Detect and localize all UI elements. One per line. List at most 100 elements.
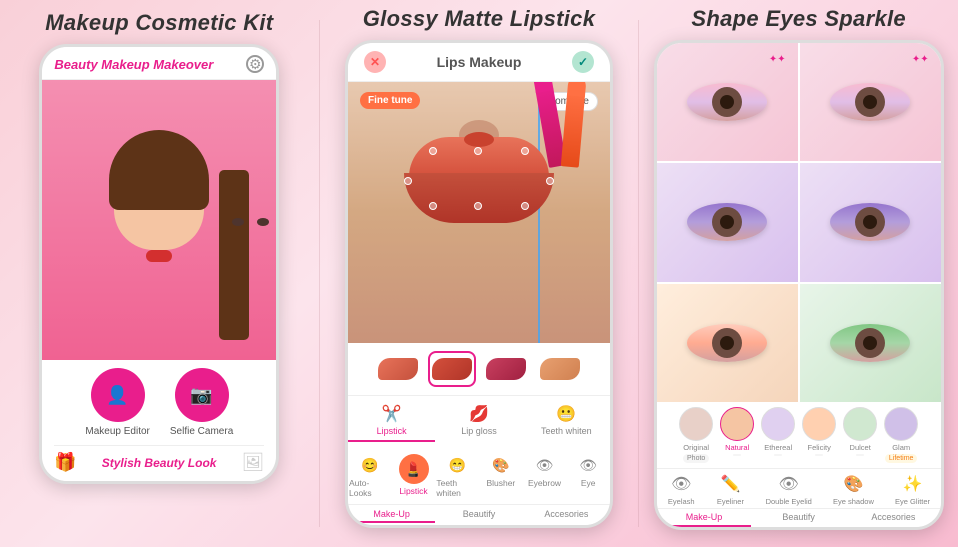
tab-lip-gloss-label: Lip gloss xyxy=(461,426,497,436)
teeth-tab-icon: 😬 xyxy=(556,404,576,424)
gallery-icon[interactable]: 🖼 xyxy=(241,452,264,473)
tab-eyebrow[interactable]: 👁 Eyebrow xyxy=(523,450,567,502)
panel-glossy-matte-lipstick: Glossy Matte Lipstick ✕ Lips Makeup ✓ Fi… xyxy=(320,0,639,547)
lipstick-icon-2: 💄 xyxy=(399,454,429,484)
swatch-color-4 xyxy=(540,358,580,380)
eyeliner-icon-item[interactable]: ✏️ Eyeliner xyxy=(716,473,744,506)
tab-eye[interactable]: 👁 Eye xyxy=(566,450,610,502)
lips-red xyxy=(146,250,172,262)
swatch-color-2 xyxy=(432,358,472,380)
panel-1-title: Makeup Cosmetic Kit xyxy=(45,10,273,36)
lip-dot-8 xyxy=(521,202,529,210)
look-dulcet-badge xyxy=(856,454,864,456)
double-eyelid-icon: 👁 xyxy=(775,473,803,495)
swatch-4[interactable] xyxy=(536,351,584,387)
look-ethereal[interactable]: Ethereal xyxy=(759,407,797,463)
close-button[interactable]: ✕ xyxy=(364,51,386,73)
tab-teeth-whiten[interactable]: 😬 Teeth whiten xyxy=(523,400,610,442)
footer-label: Stylish Beauty Look xyxy=(102,456,217,470)
tabs-row-1: ✂️ Lipstick 💋 Lip gloss 😬 Teeth whiten xyxy=(348,395,610,446)
sec-tab-beautify-3[interactable]: Beautify xyxy=(751,509,846,527)
swatch-1[interactable] xyxy=(374,351,422,387)
look-natural[interactable]: Natural xyxy=(718,407,756,463)
look-original[interactable]: Original Photo xyxy=(677,407,715,463)
bottom-nav-1: 🎁 Stylish Beauty Look 🖼 xyxy=(54,445,264,473)
eye-visual-2: ✦✦ xyxy=(807,49,934,155)
section-beautify[interactable]: Beautify xyxy=(435,507,522,523)
phone-frame-2: ✕ Lips Makeup ✓ Fine tune Compare xyxy=(345,40,613,528)
gear-icon[interactable] xyxy=(246,55,264,73)
eye-iris-2 xyxy=(855,87,885,117)
look-glam[interactable]: Glam Lifetime xyxy=(882,407,920,463)
section-accesories[interactable]: Accesories xyxy=(523,507,610,523)
tab-lip-gloss[interactable]: 💋 Lip gloss xyxy=(435,400,522,442)
eye-cell-5 xyxy=(657,284,798,402)
look-thumb-dulcet xyxy=(843,407,877,441)
eye-shadow-label: Eye shadow xyxy=(833,497,874,506)
fine-tune-label[interactable]: Fine tune xyxy=(360,92,420,109)
look-glam-label: Glam xyxy=(892,443,910,452)
hair-shape xyxy=(109,130,209,210)
eye-visual-5 xyxy=(664,290,791,397)
swatch-2-active[interactable] xyxy=(428,351,476,387)
lower-lip xyxy=(404,173,554,223)
tabs-row-2: 😊 Auto-Looks 💄 Lipstick 😁 Teeth whiten 🎨… xyxy=(348,446,610,504)
swatch-3[interactable] xyxy=(482,351,530,387)
eye-iris-5 xyxy=(712,328,742,358)
selfie-camera-button[interactable]: 📷 xyxy=(175,368,229,422)
eye-shape-3 xyxy=(687,203,767,241)
eyelash-icon: 👁 xyxy=(667,473,695,495)
swatch-color-3 xyxy=(486,358,526,380)
lip-dot-5 xyxy=(546,177,554,185)
tab-blusher[interactable]: 🎨 Blusher xyxy=(479,450,523,502)
eye-shadow-icon-item[interactable]: 🎨 Eye shadow xyxy=(833,473,874,506)
look-felicity[interactable]: Felicity xyxy=(800,407,838,463)
eye-icon-tab: 👁 xyxy=(574,454,602,476)
gift-icon[interactable]: 🎁 xyxy=(54,452,76,473)
eye-iris-1 xyxy=(712,87,742,117)
sec-tab-accesories-3[interactable]: Accesories xyxy=(846,509,941,527)
phone-bottom-1: 👤 Makeup Editor 📷 Selfie Camera 🎁 Stylis… xyxy=(42,360,276,481)
look-glam-badge: Lifetime xyxy=(885,454,918,463)
eye-glitter-icon: ✨ xyxy=(899,473,927,495)
look-dulcet[interactable]: Dulcet xyxy=(841,407,879,463)
eye-iris-4 xyxy=(855,207,885,237)
tab-auto-looks[interactable]: 😊 Auto-Looks xyxy=(348,450,392,502)
tab-lipstick-2[interactable]: 💄 Lipstick xyxy=(392,450,436,502)
eye-visual-6 xyxy=(807,290,934,397)
double-eyelid-icon-item[interactable]: 👁 Double Eyelid xyxy=(766,473,812,506)
phone-header-1: Beauty Makeup Makeover xyxy=(42,47,276,80)
eye-tab-label: Eye xyxy=(581,478,596,488)
blusher-icon: 🎨 xyxy=(487,454,515,476)
confirm-button[interactable]: ✓ xyxy=(572,51,594,73)
blusher-label: Blusher xyxy=(486,478,515,488)
look-original-label: Original xyxy=(683,443,709,452)
eye-cell-4 xyxy=(800,163,941,281)
hair-decor xyxy=(219,170,249,340)
auto-looks-label: Auto-Looks xyxy=(349,478,391,498)
panel-makeup-cosmetic-kit: Makeup Cosmetic Kit Beauty Makeup Makeov… xyxy=(0,0,319,547)
panel-3-title: Shape Eyes Sparkle xyxy=(691,6,906,32)
eyelash-icon-item[interactable]: 👁 Eyelash xyxy=(667,473,695,506)
eyebrow-icon: 👁 xyxy=(531,454,559,476)
section-makeup[interactable]: Make-Up xyxy=(348,507,435,523)
upper-lip xyxy=(409,137,549,177)
lip-dot-7 xyxy=(474,202,482,210)
makeup-editor-button[interactable]: 👤 xyxy=(91,368,145,422)
lips-makeup-title: Lips Makeup xyxy=(437,54,522,70)
tab-lipstick[interactable]: ✂️ Lipstick xyxy=(348,400,435,442)
phone-frame-1: Beauty Makeup Makeover 👤 xyxy=(39,44,279,484)
eye-glitter-icon-item[interactable]: ✨ Eye Glitter xyxy=(895,473,930,506)
eye-iris-6 xyxy=(855,328,885,358)
teeth-label-2: Teeth whiten xyxy=(436,478,478,498)
main-image-area xyxy=(42,80,276,360)
lipstick-label-2: Lipstick xyxy=(399,486,427,496)
eye-visual-4 xyxy=(807,169,934,275)
sec-tab-makeup-3[interactable]: Make-Up xyxy=(657,509,752,527)
eye-shape-2 xyxy=(830,83,910,121)
tab-teeth-label: Teeth whiten xyxy=(541,426,592,436)
eyelash-label: Eyelash xyxy=(668,497,695,506)
lips-area xyxy=(394,137,564,227)
tab-teeth-2[interactable]: 😁 Teeth whiten xyxy=(435,450,479,502)
panel-2-title: Glossy Matte Lipstick xyxy=(363,6,595,32)
